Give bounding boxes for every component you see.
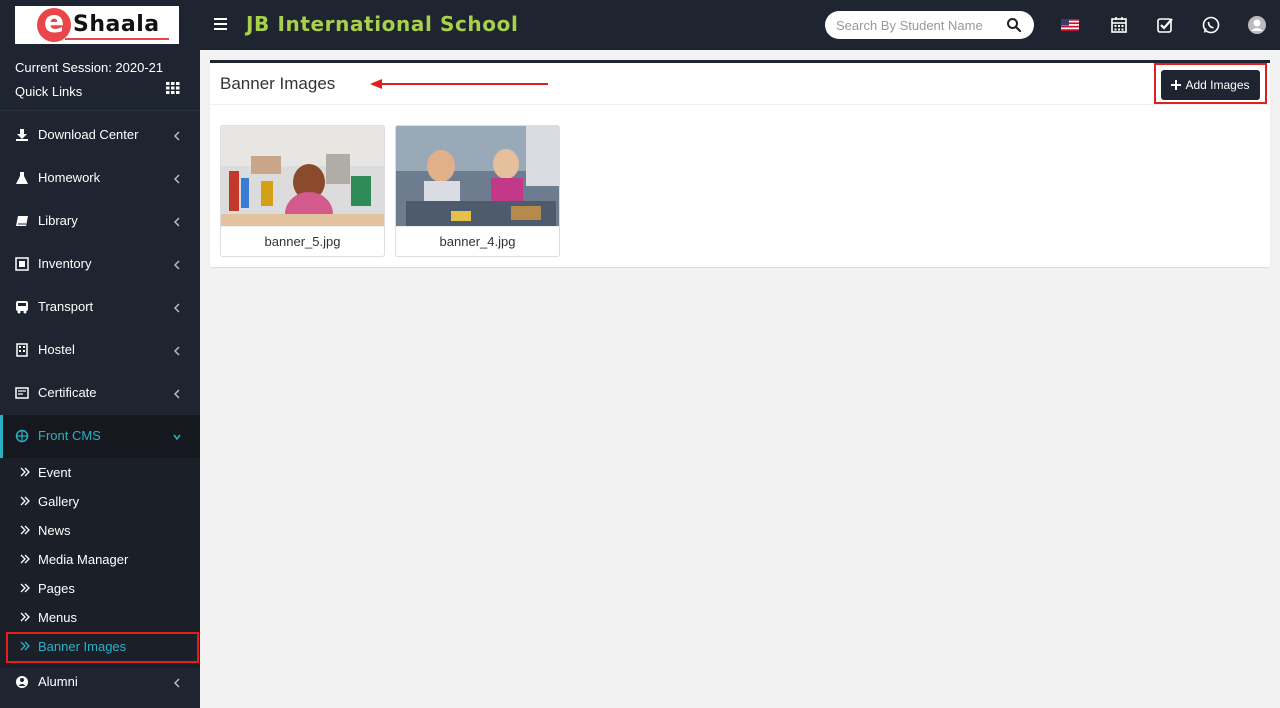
- certificate-icon: [15, 387, 29, 399]
- banner-thumbnail[interactable]: banner_4.jpg: [395, 125, 560, 257]
- banner-image-preview: [396, 126, 559, 226]
- submenu-item-pages[interactable]: Pages: [0, 574, 200, 603]
- book-icon: [16, 216, 28, 226]
- submenu-item-label: News: [38, 523, 71, 538]
- submenu-item-label: Event: [38, 465, 72, 480]
- logo-letter: e: [37, 8, 71, 42]
- highlight-box-add-images: [1154, 63, 1267, 104]
- chevron-down-icon: [173, 434, 181, 441]
- us-flag-icon[interactable]: [1060, 15, 1080, 35]
- download-icon: [16, 129, 28, 141]
- double-chevron-right-icon: [20, 583, 30, 593]
- submenu-item-label: Gallery: [38, 494, 80, 509]
- school-title: JB International School: [246, 12, 519, 36]
- banner-filename: banner_4.jpg: [396, 226, 559, 256]
- submenu-item-news[interactable]: News: [0, 516, 200, 545]
- sidebar-item-label: Inventory: [38, 256, 92, 271]
- calendar-icon[interactable]: [1109, 15, 1129, 35]
- top-header: e Shaala JB International School: [0, 0, 1280, 50]
- sidebar-item-label: Certificate: [38, 385, 97, 400]
- chevron-left-icon: [173, 389, 180, 399]
- submenu-item-menus[interactable]: Menus: [0, 603, 200, 632]
- banner-thumbnail[interactable]: banner_5.jpg: [220, 125, 385, 257]
- chevron-left-icon: [173, 678, 180, 688]
- sidebar-item-label: Library: [38, 213, 78, 228]
- logo-text: Shaala: [73, 12, 160, 37]
- sidebar: Current Session: 2020-21 Quick Links Dow…: [0, 50, 200, 708]
- sidebar-item-library[interactable]: Library: [0, 200, 200, 243]
- sidebar-item-alumni[interactable]: Alumni: [0, 661, 200, 704]
- chevron-left-icon: [173, 260, 180, 270]
- submenu-item-label: Menus: [38, 610, 78, 625]
- double-chevron-right-icon: [20, 525, 30, 535]
- banner-images-panel: Banner Images Add Images banner_5.jpg ba…: [210, 60, 1270, 267]
- bus-icon: [16, 301, 28, 314]
- banner-image-preview: [221, 126, 384, 226]
- search-box: [825, 11, 1034, 39]
- sidebar-item-label: Download Center: [38, 127, 139, 142]
- chevron-left-icon: [173, 217, 180, 227]
- alumni-icon: [16, 676, 28, 688]
- double-chevron-right-icon: [20, 612, 30, 622]
- submenu-item-label: Pages: [38, 581, 75, 596]
- sidebar-item-hostel[interactable]: Hostel: [0, 329, 200, 372]
- user-avatar-icon[interactable]: [1247, 15, 1267, 35]
- search-icon[interactable]: [1006, 17, 1022, 33]
- page-title: Banner Images: [220, 74, 336, 93]
- double-chevron-right-icon: [20, 496, 30, 506]
- panel-header-divider: [210, 104, 1270, 105]
- sidebar-item-label: Transport: [38, 299, 94, 314]
- sidebar-item-label: Homework: [38, 170, 101, 185]
- double-chevron-right-icon: [20, 467, 30, 477]
- submenu-item-media-manager[interactable]: Media Manager: [0, 545, 200, 574]
- sidebar-item-inventory[interactable]: Inventory: [0, 243, 200, 286]
- chevron-left-icon: [173, 174, 180, 184]
- chevron-left-icon: [173, 131, 180, 141]
- chevron-left-icon: [173, 346, 180, 356]
- logo[interactable]: e Shaala: [15, 6, 179, 44]
- annotation-arrow: [370, 79, 548, 89]
- building-icon: [16, 343, 28, 357]
- submenu-item-event[interactable]: Event: [0, 458, 200, 487]
- flask-icon: [16, 172, 28, 184]
- check-square-icon[interactable]: [1155, 15, 1175, 35]
- sidebar-item-certificate[interactable]: Certificate: [0, 372, 200, 415]
- sidebar-item-label: Alumni: [38, 674, 78, 689]
- inventory-icon: [15, 257, 29, 271]
- whatsapp-icon[interactable]: [1201, 15, 1221, 35]
- submenu-item-gallery[interactable]: Gallery: [0, 487, 200, 516]
- sidebar-item-transport[interactable]: Transport: [0, 286, 200, 329]
- sidebar-item-homework[interactable]: Homework: [0, 157, 200, 200]
- sidebar-item-label: Front CMS: [38, 428, 101, 443]
- search-input[interactable]: [836, 16, 986, 34]
- quick-links-label[interactable]: Quick Links: [15, 84, 82, 99]
- logo-underline: [65, 38, 169, 40]
- sidebar-item-front-cms[interactable]: Front CMS: [0, 415, 200, 458]
- grid-icon[interactable]: [166, 82, 180, 94]
- sidebar-item-label: Hostel: [38, 342, 75, 357]
- cms-icon: [15, 429, 29, 443]
- highlight-box-banner-images: [6, 632, 199, 663]
- sidebar-divider: [0, 110, 200, 111]
- submenu-item-label: Media Manager: [38, 552, 129, 567]
- sidebar-item-download-center[interactable]: Download Center: [0, 114, 200, 157]
- chevron-left-icon: [173, 303, 180, 313]
- double-chevron-right-icon: [20, 554, 30, 564]
- current-session: Current Session: 2020-21: [15, 60, 164, 75]
- menu-toggle-icon[interactable]: [214, 18, 227, 30]
- banner-filename: banner_5.jpg: [221, 226, 384, 256]
